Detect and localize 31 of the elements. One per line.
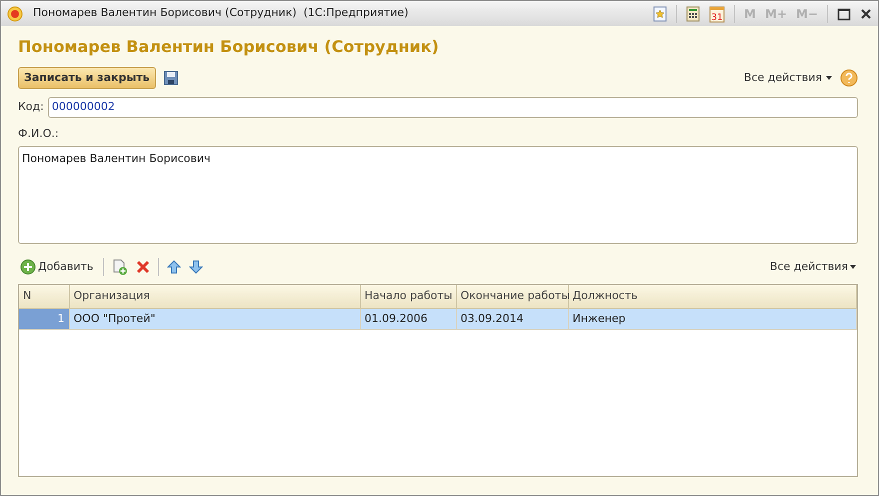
fio-field[interactable]: Пономарев Валентин Борисович [18,146,858,244]
calculator-icon[interactable] [686,6,700,22]
form-heading: Пономарев Валентин Борисович (Сотрудник) [18,36,440,58]
column-header[interactable]: Начало работы [360,285,456,308]
calendar-icon[interactable]: 31 [709,4,726,22]
window-title: Пономарев Валентин Борисович (Сотрудник) (1С:Предприятие) [33,5,408,22]
move-down-icon[interactable] [189,260,204,274]
close-icon[interactable] [860,8,872,20]
copy-icon[interactable] [112,259,128,275]
column-header[interactable]: Окончание работы [456,285,568,308]
delete-icon[interactable] [136,260,150,274]
all-actions-menu[interactable]: Все действия [744,70,832,86]
all-actions-menu[interactable]: Все действия [768,258,858,276]
column-header[interactable]: N [19,285,69,308]
save-close-button[interactable]: Записать и закрыть [18,67,156,89]
plus-icon [20,259,36,275]
code-label: Код: [18,99,44,115]
column-header[interactable]: Организация [69,285,360,308]
app-logo-icon [7,6,23,22]
add-button[interactable]: Добавить [18,258,96,276]
maximize-icon[interactable] [837,6,851,20]
move-up-icon[interactable] [167,260,182,274]
column-header[interactable]: Должность [568,285,856,308]
caret-icon [826,76,832,80]
favorite-icon[interactable] [653,6,668,22]
code-field[interactable]: 000000002 [48,97,858,118]
fio-label: Ф.И.О.: [18,126,60,142]
help-icon[interactable] [840,69,858,87]
caret-icon [850,265,856,269]
save-icon[interactable] [164,71,178,85]
table-row[interactable]: 1 ООО "Протей" 01.09.2006 03.09.2014 Инженер [19,308,856,330]
